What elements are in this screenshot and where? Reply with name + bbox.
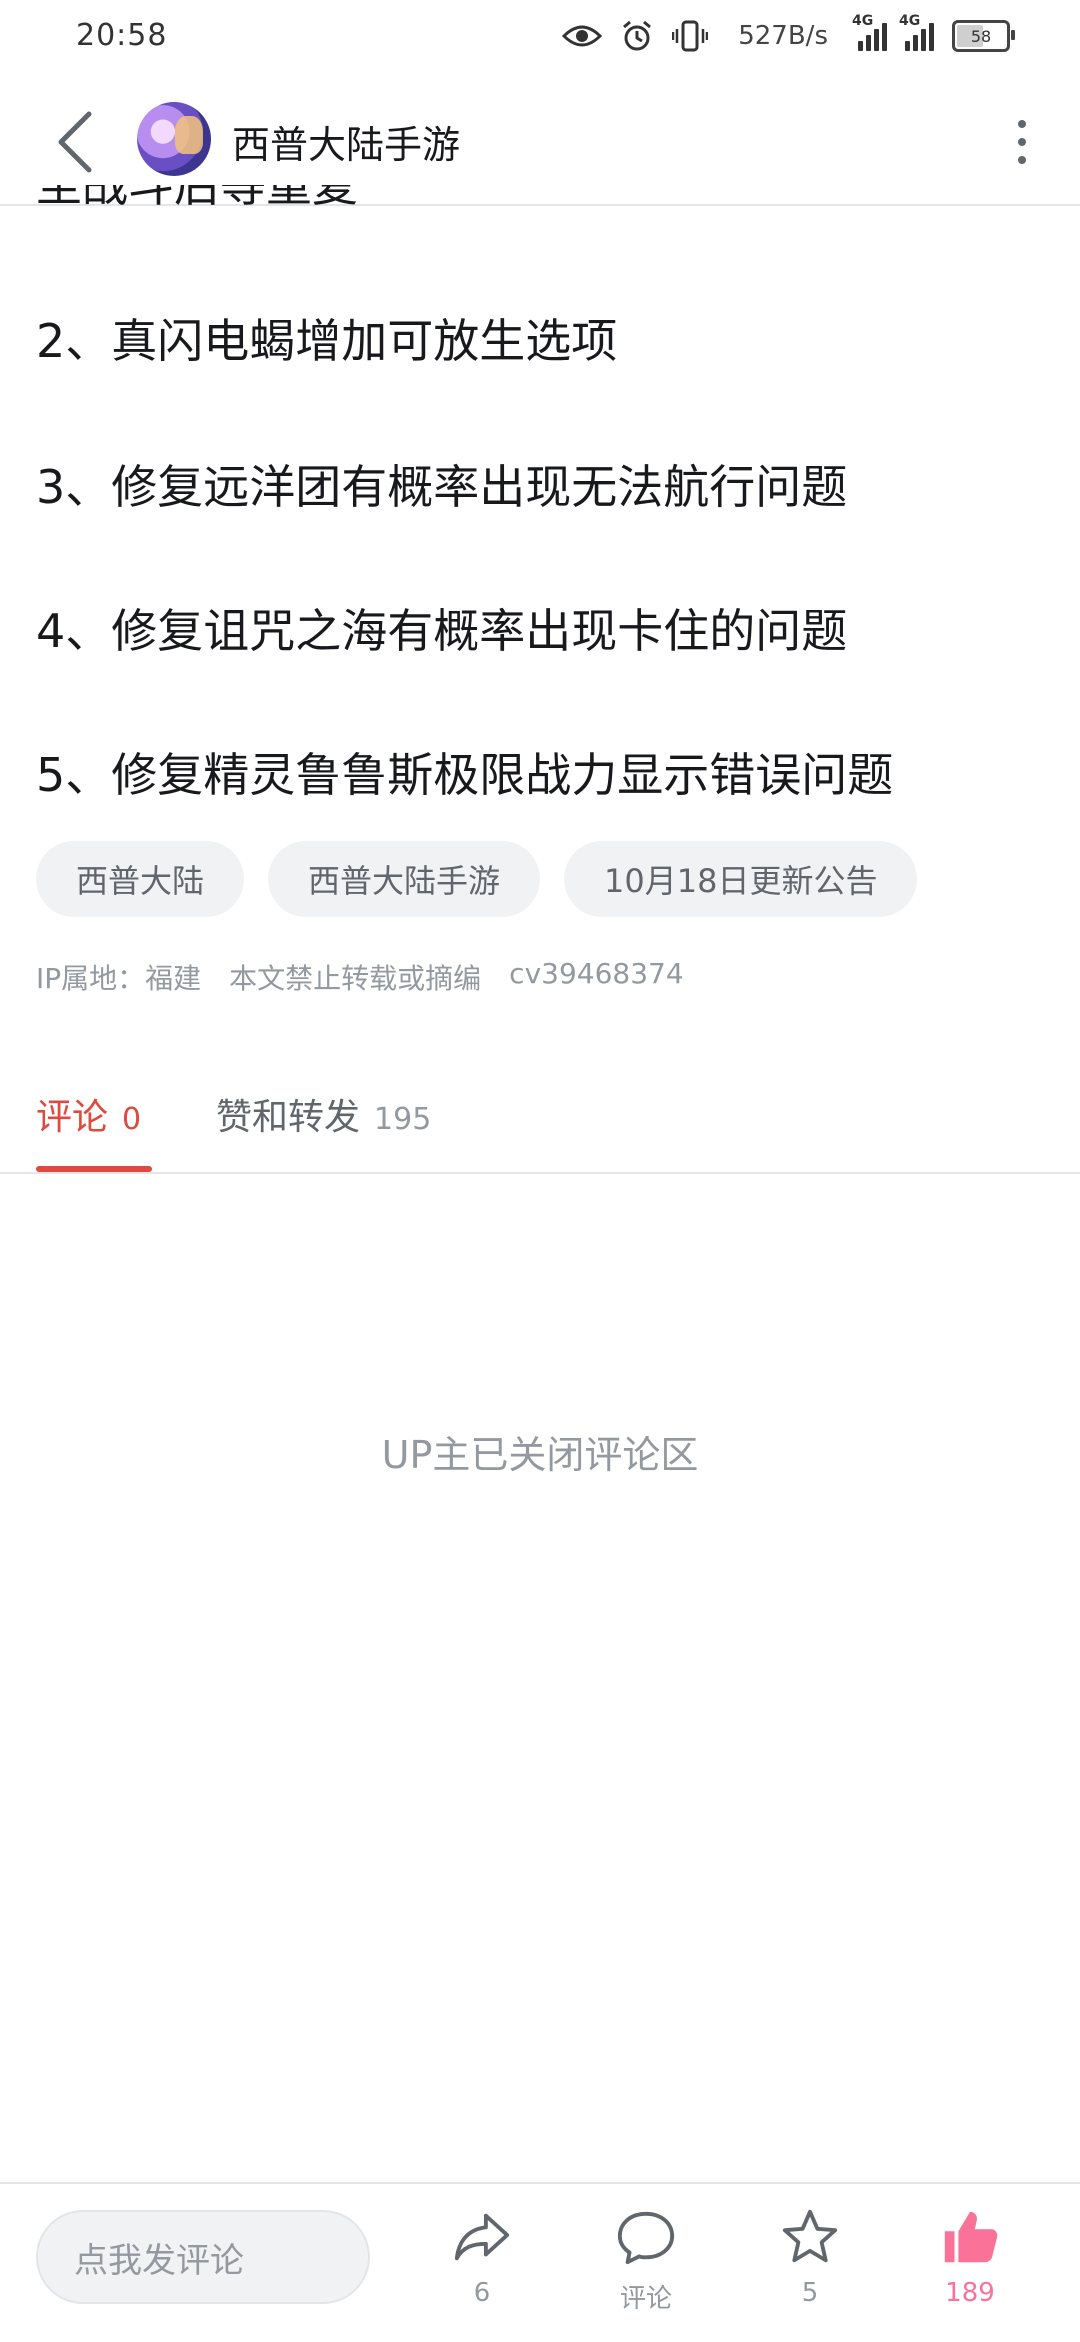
comment-label: 评论 bbox=[619, 2284, 672, 2314]
copyright-notice: 本文禁止转载或摘编 bbox=[229, 962, 482, 995]
comment-input[interactable]: 点我发评论 bbox=[36, 2210, 370, 2304]
like-button[interactable]: 189 bbox=[910, 2206, 1030, 2308]
tab-count: 0 bbox=[122, 1102, 142, 1137]
favorite-count: 5 bbox=[801, 2278, 819, 2308]
chevron-left-icon bbox=[58, 111, 92, 173]
article-meta: IP属地：福建 本文禁止转载或摘编 cv39468374 bbox=[36, 957, 684, 997]
thumbs-up-icon bbox=[944, 2211, 998, 2263]
article-line-cut: 至战斗后等重复 bbox=[36, 185, 358, 207]
tab-likes-reposts[interactable]: 赞和转发 195 bbox=[216, 1088, 431, 1140]
comment-tabs: 评论 0 赞和转发 195 bbox=[0, 1030, 1080, 1174]
star-icon bbox=[782, 2209, 838, 2263]
more-dots-icon bbox=[1018, 120, 1026, 128]
article-line: 3、修复远洋团有概率出现无法航行问题 bbox=[36, 460, 848, 514]
signal-icon-2: 4G bbox=[899, 13, 934, 51]
status-time: 20:58 bbox=[76, 18, 168, 53]
tag-chip[interactable]: 10月18日更新公告 bbox=[564, 841, 918, 917]
bottom-action-bar: 点我发评论 6 评论 5 189 bbox=[0, 2182, 1080, 2342]
eye-icon bbox=[562, 25, 603, 47]
vibrate-icon bbox=[672, 20, 709, 52]
battery-icon: 58 bbox=[952, 20, 1015, 52]
comment-bubble-icon bbox=[617, 2211, 675, 2265]
tag-chip[interactable]: 西普大陆 bbox=[36, 841, 245, 917]
like-count: 189 bbox=[945, 2278, 995, 2308]
more-options-button[interactable] bbox=[992, 106, 1052, 178]
status-bar: 20:58 527B/s 4G 4G 58 bbox=[0, 0, 1080, 80]
tab-comments[interactable]: 评论 0 bbox=[36, 1088, 141, 1140]
article-line: 2、真闪电蝎增加可放生选项 bbox=[36, 314, 618, 368]
page-title[interactable]: 西普大陆手游 bbox=[232, 114, 460, 169]
tag-list: 西普大陆 西普大陆手游 10月18日更新公告 bbox=[36, 841, 918, 917]
comments-closed-message: UP主已关闭评论区 bbox=[381, 1433, 699, 1477]
share-count: 6 bbox=[473, 2278, 491, 2308]
signal-icon: 4G bbox=[852, 13, 887, 51]
favorite-button[interactable]: 5 bbox=[750, 2206, 870, 2308]
tag-chip[interactable]: 西普大陆手游 bbox=[268, 841, 541, 917]
article-id: cv39468374 bbox=[509, 957, 684, 990]
status-icons: 527B/s 4G 4G 58 bbox=[562, 13, 1015, 58]
active-tab-indicator bbox=[36, 1166, 152, 1172]
tab-label: 评论 bbox=[36, 1097, 109, 1138]
ip-location: IP属地：福建 bbox=[36, 962, 202, 995]
article-line: 4、修复诅咒之海有概率出现卡住的问题 bbox=[36, 604, 848, 658]
share-icon bbox=[454, 2213, 510, 2261]
back-button[interactable] bbox=[40, 104, 110, 180]
comment-button[interactable]: 评论 bbox=[586, 2206, 706, 2315]
avatar[interactable] bbox=[137, 102, 211, 176]
alarm-icon bbox=[623, 20, 652, 51]
article-line: 5、修复精灵鲁鲁斯极限战力显示错误问题 bbox=[36, 748, 894, 802]
network-speed: 527B/s bbox=[738, 21, 828, 51]
tab-label: 赞和转发 bbox=[216, 1097, 361, 1138]
share-button[interactable]: 6 bbox=[422, 2206, 542, 2308]
tab-count: 195 bbox=[374, 1102, 432, 1137]
